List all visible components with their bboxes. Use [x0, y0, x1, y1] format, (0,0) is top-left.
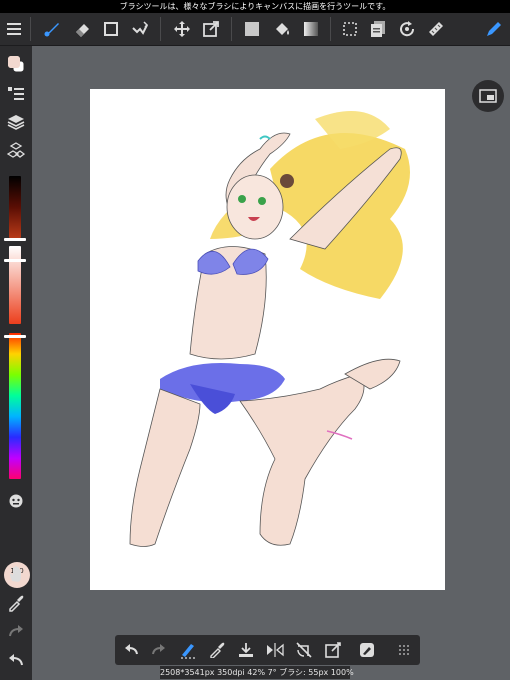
pen-active-icon[interactable]: [482, 17, 506, 41]
no-rotate-icon[interactable]: [292, 638, 316, 662]
snap-icon[interactable]: [321, 638, 345, 662]
brush-stroke-icon[interactable]: [176, 638, 200, 662]
fill-rect-icon[interactable]: [240, 17, 264, 41]
hand-icon[interactable]: [4, 562, 28, 586]
gradient-icon[interactable]: [299, 17, 323, 41]
hue-handle[interactable]: [4, 335, 26, 338]
brightness-slider[interactable]: [9, 176, 21, 238]
rotate-icon[interactable]: [395, 17, 419, 41]
menu-icon[interactable]: [2, 17, 26, 41]
layers-copy-icon[interactable]: [366, 17, 390, 41]
top-toolbar: [0, 13, 510, 46]
undo-icon[interactable]: [4, 649, 28, 673]
status-message: ブラシツールは、様々なブラシによりキャンバスに描画を行うツールです。: [0, 0, 510, 13]
eyedropper-icon[interactable]: [205, 638, 229, 662]
bottom-toolbar: [115, 635, 420, 665]
canvas-info-bar: 2508*3541px 350dpi 42% 7° ブラシ: 55px 100%: [160, 666, 354, 679]
edit-icon[interactable]: [355, 638, 379, 662]
color-swatch-icon[interactable]: [4, 52, 28, 76]
alpha-face-icon[interactable]: [4, 489, 28, 513]
lasso-icon[interactable]: [128, 17, 152, 41]
brush-icon[interactable]: [40, 17, 64, 41]
flip-icon[interactable]: [263, 638, 287, 662]
layers-icon[interactable]: [4, 110, 28, 134]
eraser-icon[interactable]: [70, 17, 94, 41]
grid-menu-icon[interactable]: [392, 638, 416, 662]
redo-icon[interactable]: [4, 620, 28, 644]
saturation-handle[interactable]: [4, 259, 26, 262]
layer-list-icon[interactable]: [4, 82, 28, 106]
transform-icon[interactable]: [199, 17, 223, 41]
drawing-canvas[interactable]: [90, 89, 445, 590]
brightness-handle[interactable]: [4, 238, 26, 241]
select-dotted-icon[interactable]: [338, 17, 362, 41]
saturation-slider[interactable]: [9, 246, 21, 324]
select-rect-icon[interactable]: [99, 17, 123, 41]
sketch-artwork: [129, 111, 410, 547]
navigator-button[interactable]: [472, 80, 504, 112]
save-icon[interactable]: [234, 638, 258, 662]
undo-icon[interactable]: [119, 638, 143, 662]
left-toolbar: 100 %: [0, 46, 32, 680]
hue-slider[interactable]: [9, 333, 21, 479]
ruler-icon[interactable]: [424, 17, 448, 41]
navigator-icon: [479, 89, 497, 103]
bucket-icon[interactable]: [270, 17, 294, 41]
materials-icon[interactable]: [4, 139, 28, 163]
move-icon[interactable]: [170, 17, 194, 41]
eyedropper-icon[interactable]: [4, 591, 28, 615]
redo-icon[interactable]: [147, 638, 171, 662]
